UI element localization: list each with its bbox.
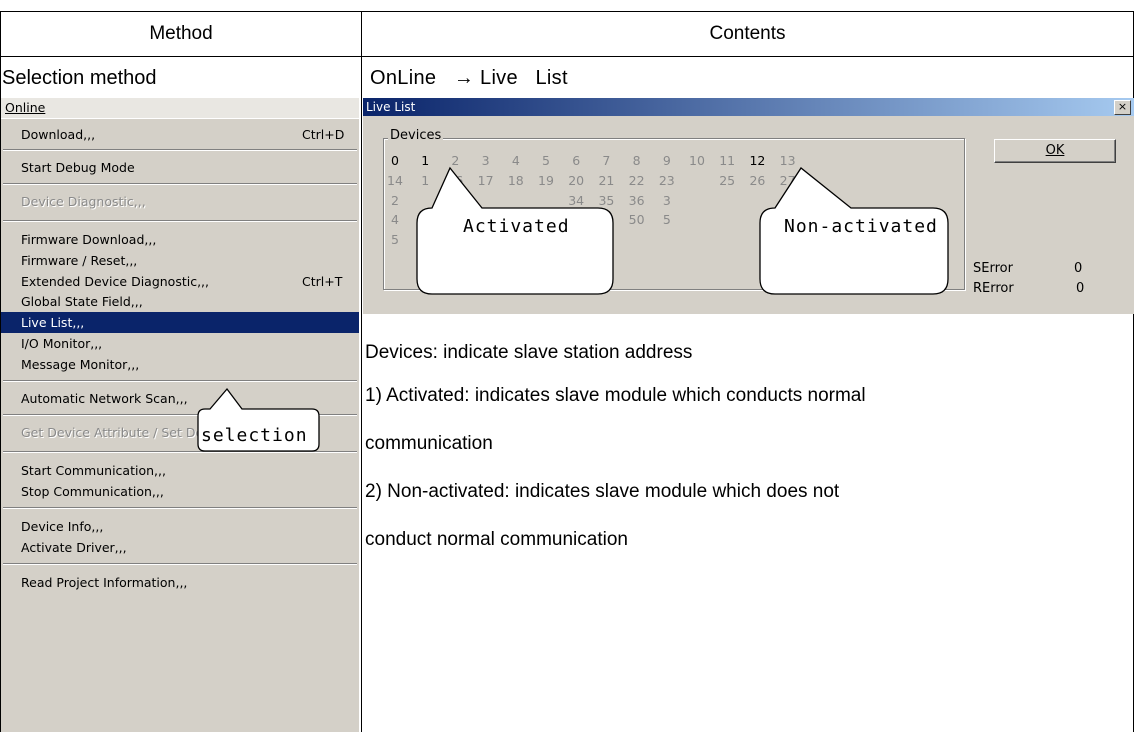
- menu-item-live-list[interactable]: Live List,,,: [1, 312, 359, 333]
- menu-separator: [3, 220, 357, 222]
- menu-item-label: Device Diagnostic,,,: [21, 194, 146, 209]
- device-number: 36: [628, 192, 645, 208]
- device-number: 10: [689, 153, 705, 168]
- menu-item-device-diagnostic: Device Diagnostic,,,: [1, 191, 359, 213]
- menu-item-read-project-information[interactable]: Read Project Information,,,: [1, 572, 359, 594]
- menu-item-extended-device-diagnostic[interactable]: Extended Device Diagnostic,,, Ctrl+T: [1, 271, 359, 293]
- menu-item-firmware-download[interactable]: Firmware Download,,,: [1, 229, 359, 251]
- table-header-divider: [0, 56, 1134, 57]
- device-number: 4: [391, 212, 399, 228]
- menu-separator: [3, 183, 357, 185]
- menu-separator: [3, 507, 357, 509]
- menu-item-label: Live List,,,: [21, 315, 85, 330]
- menu-item-label: Automatic Network Scan,,,: [21, 391, 188, 406]
- device-number: 25: [719, 172, 736, 188]
- menu-item-label: Start Debug Mode: [21, 160, 135, 175]
- menu-separator: [3, 149, 357, 151]
- non-activated-callout: [759, 167, 949, 295]
- menu-item-device-info[interactable]: Device Info,,,: [1, 516, 359, 538]
- selection-callout-label: selection: [201, 425, 308, 446]
- menu-item-download[interactable]: Download,,, Ctrl+D: [1, 124, 359, 146]
- device-number: 9: [662, 153, 671, 168]
- menu-item-activate-driver[interactable]: Activate Driver,,,: [1, 537, 359, 559]
- menu-item-label: Download,,,: [21, 127, 96, 142]
- device-number: 5: [662, 212, 671, 228]
- menu-item-global-state-field[interactable]: Global State Field,,,: [1, 291, 359, 313]
- description-line-4: 2) Non-activated: indicates slave module…: [365, 481, 840, 502]
- menu-item-label: Stop Communication,,,: [21, 484, 164, 499]
- menu-item-io-monitor[interactable]: I/O Monitor,,,: [1, 333, 359, 355]
- menu-item-label: Start Communication,,,: [21, 463, 166, 478]
- menu-item-label: I/O Monitor,,,: [21, 336, 103, 351]
- contents-header: Contents: [709, 23, 786, 44]
- device-number: 23: [658, 172, 675, 188]
- menu-item-label: Firmware Download,,,: [21, 232, 157, 247]
- menu-item-label: Firmware / Reset,,,: [21, 253, 138, 268]
- online-menu-title-label: Online: [5, 100, 46, 115]
- menu-item-message-monitor[interactable]: Message Monitor,,,: [1, 354, 359, 376]
- description-line-2: 1) Activated: indicates slave module whi…: [365, 385, 866, 406]
- online-menu-title[interactable]: Online: [1, 98, 359, 119]
- device-number: 22: [628, 172, 645, 188]
- ok-button-label: OK: [1045, 143, 1065, 158]
- close-icon[interactable]: ×: [1114, 100, 1131, 115]
- selection-callout: [197, 387, 320, 452]
- menu-separator: [3, 380, 357, 382]
- activated-callout: [416, 166, 614, 295]
- device-number: 50: [628, 212, 645, 228]
- menu-item-label: Global State Field,,,: [21, 294, 143, 309]
- serror-label: SError: [973, 261, 1013, 276]
- device-number: 14: [387, 172, 403, 188]
- menu-item-firmware-reset[interactable]: Firmware / Reset,,,: [1, 250, 359, 272]
- rerror-label: RError: [973, 281, 1014, 296]
- serror-value: 0: [1074, 261, 1083, 276]
- device-number: 8: [632, 153, 641, 168]
- device-number: 2: [391, 192, 399, 208]
- description-line-1: Devices: indicate slave station address: [365, 342, 693, 363]
- non-activated-callout-label: Non-activated: [784, 216, 938, 237]
- menu-item-shortcut: Ctrl+T: [302, 274, 343, 289]
- selection-method-label: Selection method: [2, 67, 157, 89]
- menu-path: OnLine → Live List: [370, 67, 568, 89]
- description-line-5: conduct normal communication: [365, 529, 628, 550]
- menu-item-label: Extended Device Diagnostic,,,: [21, 274, 210, 289]
- rerror-value: 0: [1076, 281, 1085, 296]
- menu-item-label: Message Monitor,,,: [21, 357, 140, 372]
- menu-item-start-debug-mode[interactable]: Start Debug Mode: [1, 157, 359, 179]
- menu-separator: [3, 563, 357, 565]
- ok-button[interactable]: OK: [994, 139, 1116, 163]
- menu-item-label: Read Project Information,,,: [21, 575, 188, 590]
- device-number: 0: [391, 153, 399, 168]
- device-number: 5: [391, 232, 399, 248]
- device-number: 11: [719, 153, 736, 168]
- dialog-title: Live List: [366, 100, 416, 114]
- device-number: 3: [662, 192, 671, 208]
- method-header: Method: [149, 23, 213, 44]
- activated-callout-label: Activated: [463, 216, 570, 237]
- menu-item-label: Activate Driver,,,: [21, 540, 127, 555]
- table-column-divider: [361, 11, 362, 732]
- menu-item-shortcut: Ctrl+D: [302, 127, 345, 142]
- menu-item-label: Device Info,,,: [21, 519, 104, 534]
- description-line-3: communication: [365, 433, 493, 454]
- menu-item-stop-communication[interactable]: Stop Communication,,,: [1, 481, 359, 503]
- menu-item-start-communication[interactable]: Start Communication,,,: [1, 460, 359, 482]
